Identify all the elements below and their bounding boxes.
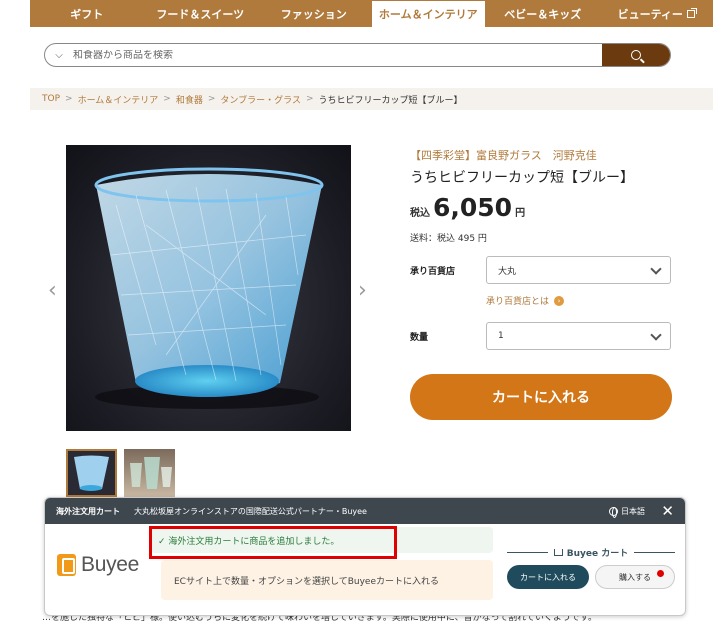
quantity-label: 数量 (410, 333, 429, 343)
breadcrumb-separator: > (65, 94, 73, 104)
breadcrumb-separator: > (207, 94, 216, 104)
product-price: 税込 6,050 円 (410, 193, 525, 222)
search-bar: ⌵ (44, 43, 671, 67)
store-help-label: 承り百貨店とは (486, 297, 550, 307)
quantity-select[interactable]: 1 (486, 322, 671, 350)
buyee-purchase-button[interactable]: 購入する (595, 565, 675, 589)
notification-dot (657, 570, 664, 577)
buyee-logo: Buyee (57, 553, 139, 577)
breadcrumb-current: うちヒビフリーカップ短【ブルー】 (318, 95, 463, 106)
search-icon (631, 50, 641, 60)
buyee-popup: 海外注文用カート 大丸松坂屋オンラインストアの国際配送公式パートナー・Buyee… (44, 497, 686, 616)
language-label: 日本語 (621, 507, 645, 516)
breadcrumb-separator: > (305, 94, 314, 104)
buyee-instruction: ECサイト上で数量・オプションを選択してBuyeeカートに入れる (161, 560, 493, 600)
add-to-cart-button[interactable]: カートに入れる (410, 374, 672, 420)
buyee-header-title: 海外注文用カート (56, 506, 120, 516)
chevron-right-circle-icon: › (554, 295, 565, 306)
product-name: うちヒビフリーカップ短【ブルー】 (410, 170, 634, 186)
store-select[interactable]: 大丸 (486, 256, 671, 284)
buyee-logo-icon (57, 554, 76, 576)
breadcrumb-separator: > (163, 94, 171, 104)
category-dropdown-chevron-icon[interactable]: ⌵ (45, 50, 73, 61)
store-help-link[interactable]: 承り百貨店とは › (486, 294, 565, 307)
buyee-popup-header: 海外注文用カート 大丸松坂屋オンラインストアの国際配送公式パートナー・Buyee… (45, 498, 685, 524)
glass-cup-illustration (94, 167, 324, 409)
thumbnail-2[interactable] (124, 449, 175, 497)
external-link-icon (686, 7, 697, 18)
breadcrumb-home-interior[interactable]: ホーム＆インテリア (78, 93, 159, 106)
breadcrumb-tumbler-glass[interactable]: タンブラー・グラス (220, 93, 301, 106)
product-brand[interactable]: 【四季彩堂】富良野ガラス 河野克佳 (410, 147, 597, 163)
nav-home-interior[interactable]: ホーム＆インテリア (370, 0, 486, 27)
thumbnail-1[interactable] (66, 449, 117, 497)
cart-icon (553, 549, 563, 556)
chevron-down-icon (650, 329, 662, 341)
nav-beauty-label: ビューティー (617, 7, 683, 21)
store-select-value: 大丸 (498, 266, 517, 277)
nav-beauty[interactable]: ビューティー (600, 0, 714, 27)
category-nav: ギフト フード＆スイーツ ファッション ホーム＆インテリア ベビー＆キッズ ビュ… (30, 0, 713, 27)
breadcrumb-top[interactable]: TOP (42, 94, 60, 104)
quantity-select-value: 1 (498, 331, 504, 341)
gallery-prev-arrow[interactable]: ‹ (48, 278, 57, 303)
nav-food-sweets[interactable]: フード＆スイーツ (144, 0, 258, 27)
buyee-header-subtitle: 大丸松坂屋オンラインストアの国際配送公式パートナー・Buyee (134, 506, 367, 516)
language-selector[interactable]: 日本語 (609, 506, 645, 518)
shipping-fee: 送料：税込 495 円 (410, 234, 487, 244)
buyee-logo-text: Buyee (81, 553, 140, 576)
divider (507, 552, 548, 553)
nav-gift[interactable]: ギフト (30, 0, 144, 27)
chevron-down-icon (650, 263, 662, 275)
search-button[interactable] (602, 44, 670, 66)
divider (634, 552, 676, 553)
price-prefix: 税込 (410, 208, 430, 219)
store-label: 承り百貨店 (410, 267, 456, 277)
buyee-cart-label: Buyee カート (553, 546, 629, 559)
buyee-cart-heading: Buyee カート (507, 546, 676, 559)
thumbnail-cups-illustration (130, 457, 172, 489)
buyee-add-to-cart-button[interactable]: カートに入れる (507, 565, 589, 589)
search-input[interactable] (73, 49, 602, 61)
close-icon[interactable]: ✕ (661, 502, 674, 520)
highlight-box (149, 526, 397, 559)
nav-baby-kids[interactable]: ベビー＆キッズ (486, 0, 600, 27)
breadcrumb-japanese-tableware[interactable]: 和食器 (176, 93, 203, 106)
breadcrumb: TOP > ホーム＆インテリア > 和食器 > タンブラー・グラス > うちヒビ… (30, 88, 713, 110)
price-value: 6,050 (433, 193, 513, 222)
globe-icon (609, 507, 618, 518)
gallery-next-arrow[interactable]: › (358, 278, 367, 303)
thumbnail-cup-illustration (74, 455, 109, 491)
product-main-image[interactable] (66, 145, 351, 431)
price-unit: 円 (515, 208, 526, 219)
nav-fashion[interactable]: ファッション (257, 0, 371, 27)
buyee-cart-title: Buyee カート (566, 549, 629, 559)
buyee-purchase-label: 購入する (619, 572, 651, 582)
